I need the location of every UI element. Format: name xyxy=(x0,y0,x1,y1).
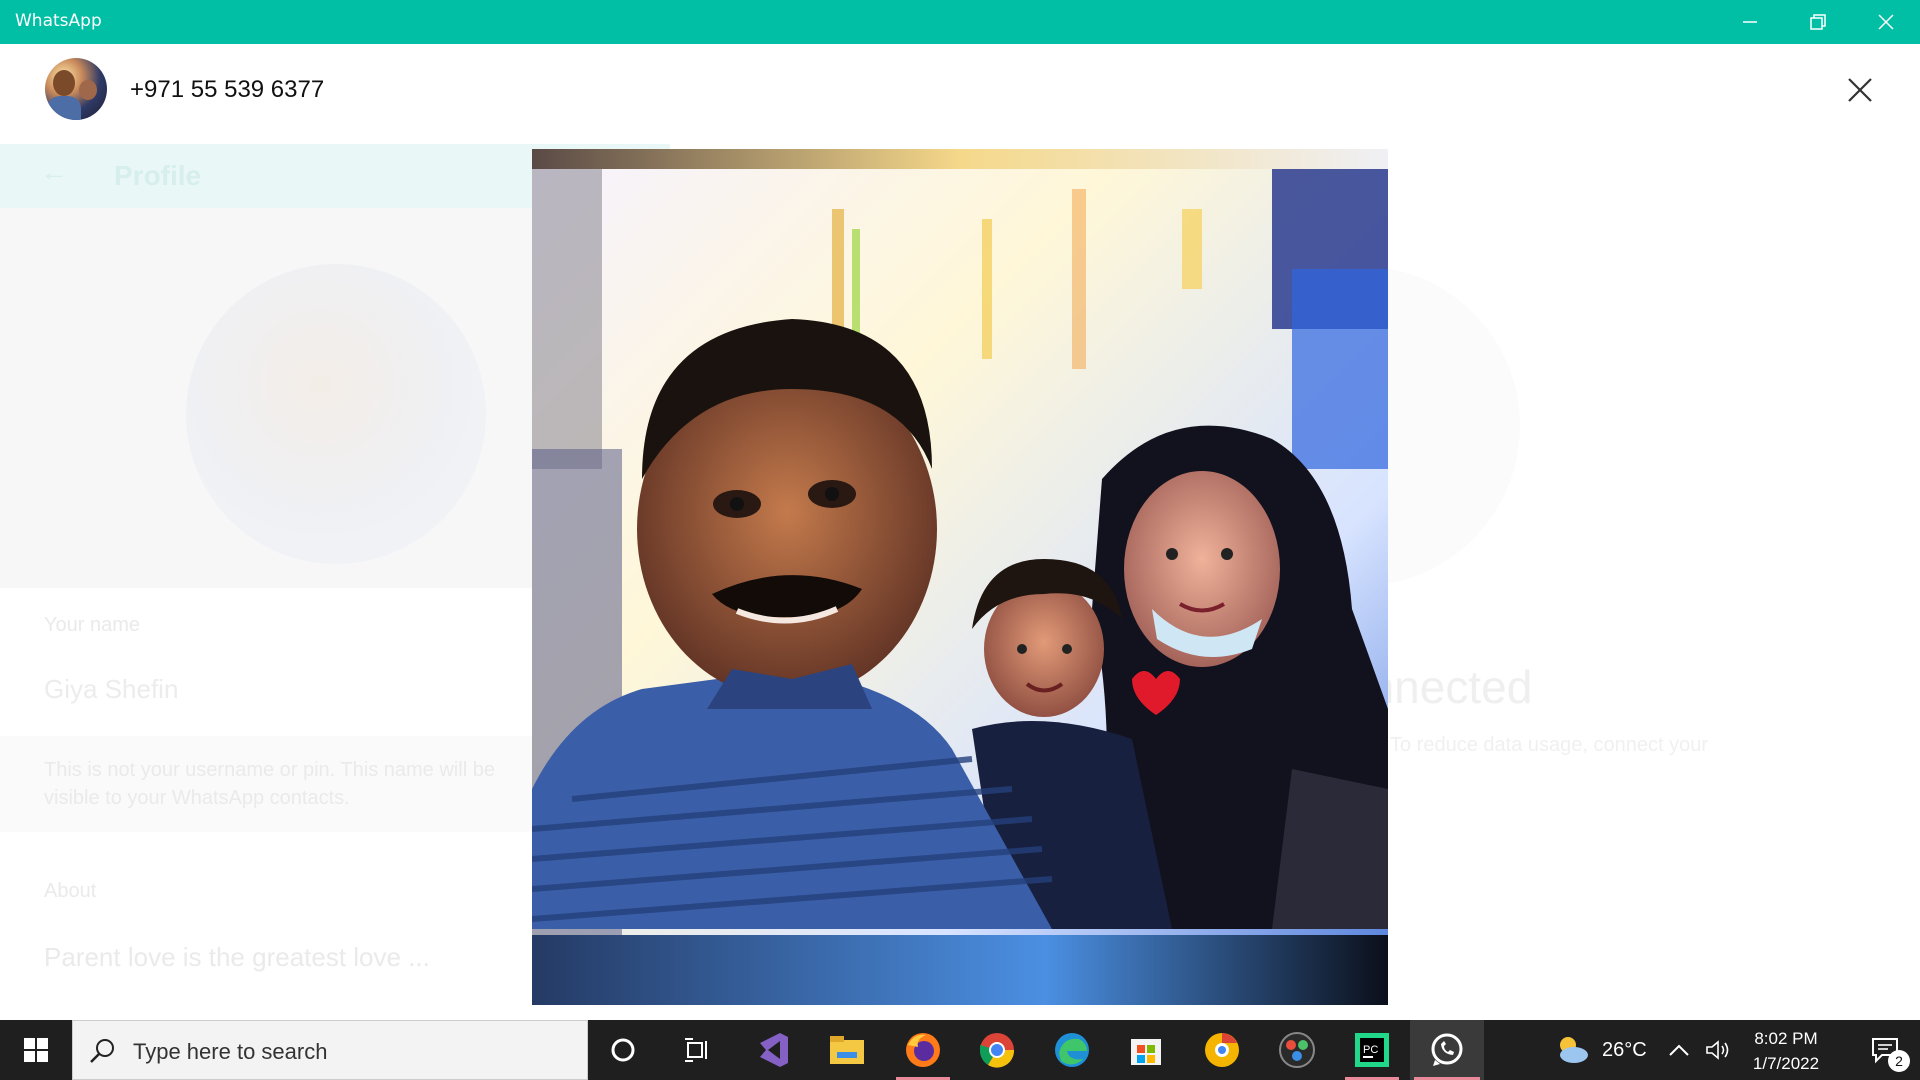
profile-photo-viewer xyxy=(532,149,1388,1005)
taskbar-whatsapp[interactable] xyxy=(1410,1020,1484,1080)
close-viewer-button[interactable] xyxy=(1842,72,1878,108)
taskbar: Type here to search PC 26°C 8:02 PM 1/7/… xyxy=(0,1020,1920,1080)
file-explorer-icon xyxy=(830,1036,864,1064)
davinci-resolve-icon xyxy=(1279,1032,1315,1068)
chrome-icon xyxy=(979,1033,1015,1068)
taskbar-search-box[interactable]: Type here to search xyxy=(72,1020,588,1080)
search-icon xyxy=(90,1039,114,1063)
volume-button[interactable] xyxy=(1704,1020,1730,1080)
cortana-icon xyxy=(611,1038,635,1062)
taskbar-file-explorer[interactable] xyxy=(810,1020,884,1080)
avatar[interactable] xyxy=(45,58,107,120)
firefox-icon xyxy=(906,1033,940,1067)
close-icon xyxy=(1848,78,1872,102)
taskbar-visual-studio[interactable] xyxy=(736,1020,810,1080)
show-hidden-icons-button[interactable] xyxy=(1668,1020,1690,1080)
cortana-button[interactable] xyxy=(586,1020,660,1080)
back-arrow-icon: ← xyxy=(40,156,68,187)
svg-text:PC: PC xyxy=(1363,1044,1378,1056)
profile-photo xyxy=(186,264,486,564)
whatsapp-icon xyxy=(1431,1033,1463,1066)
minimize-button[interactable] xyxy=(1716,0,1784,44)
taskbar-firefox[interactable] xyxy=(886,1020,960,1080)
taskbar-chrome[interactable] xyxy=(960,1020,1034,1080)
title-bar: WhatsApp xyxy=(0,0,1920,44)
microsoft-store-icon xyxy=(1131,1039,1161,1065)
contact-number: +971 55 539 6377 xyxy=(130,76,325,103)
about-value: Parent love is the greatest love ... xyxy=(44,942,430,972)
pycharm-icon: PC xyxy=(1355,1033,1389,1067)
chevron-up-icon xyxy=(1669,1044,1689,1056)
partly-cloudy-icon xyxy=(1560,1037,1588,1063)
weather-temp: 26°C xyxy=(1602,1038,1647,1061)
clock-date: 1/7/2022 xyxy=(1752,1054,1820,1073)
connection-subtitle: To reduce data usage, connect your xyxy=(1390,734,1708,756)
visual-studio-icon xyxy=(760,1033,788,1067)
restore-button[interactable] xyxy=(1784,0,1852,44)
task-view-icon xyxy=(685,1038,707,1062)
close-window-button[interactable] xyxy=(1852,0,1920,44)
windows-logo-icon xyxy=(24,1038,48,1062)
taskbar-clock[interactable]: 8:02 PM 1/7/2022 xyxy=(1736,1026,1836,1076)
action-center-button[interactable]: 2 xyxy=(1850,1020,1920,1080)
close-icon xyxy=(1878,14,1894,30)
name-value: Giya Shefin xyxy=(44,674,179,704)
viewer-header: +971 55 539 6377 xyxy=(0,44,1920,136)
minimize-icon xyxy=(1743,21,1757,23)
restore-icon xyxy=(1810,14,1826,30)
taskbar-microsoft-store[interactable] xyxy=(1109,1020,1183,1080)
speaker-icon xyxy=(1706,1040,1729,1060)
name-label: Your name xyxy=(44,614,140,636)
chrome-canary-icon xyxy=(1205,1033,1239,1067)
notification-count-badge: 2 xyxy=(1888,1050,1910,1072)
taskbar-davinci-resolve[interactable] xyxy=(1260,1020,1334,1080)
task-view-button[interactable] xyxy=(660,1020,734,1080)
taskbar-chrome-canary[interactable] xyxy=(1185,1020,1259,1080)
taskbar-pycharm[interactable]: PC xyxy=(1335,1020,1409,1080)
name-hint: This is not your username or pin. This n… xyxy=(44,759,495,809)
weather-widget[interactable]: 26°C xyxy=(1552,1020,1647,1080)
window-title: WhatsApp xyxy=(15,11,102,31)
clock-time: 8:02 PM xyxy=(1754,1029,1818,1048)
taskbar-edge[interactable] xyxy=(1035,1020,1109,1080)
search-placeholder: Type here to search xyxy=(133,1039,328,1064)
about-label: About xyxy=(44,880,97,902)
profile-title: Profile xyxy=(114,160,202,191)
start-button[interactable] xyxy=(0,1020,72,1080)
edge-icon xyxy=(1055,1033,1089,1067)
